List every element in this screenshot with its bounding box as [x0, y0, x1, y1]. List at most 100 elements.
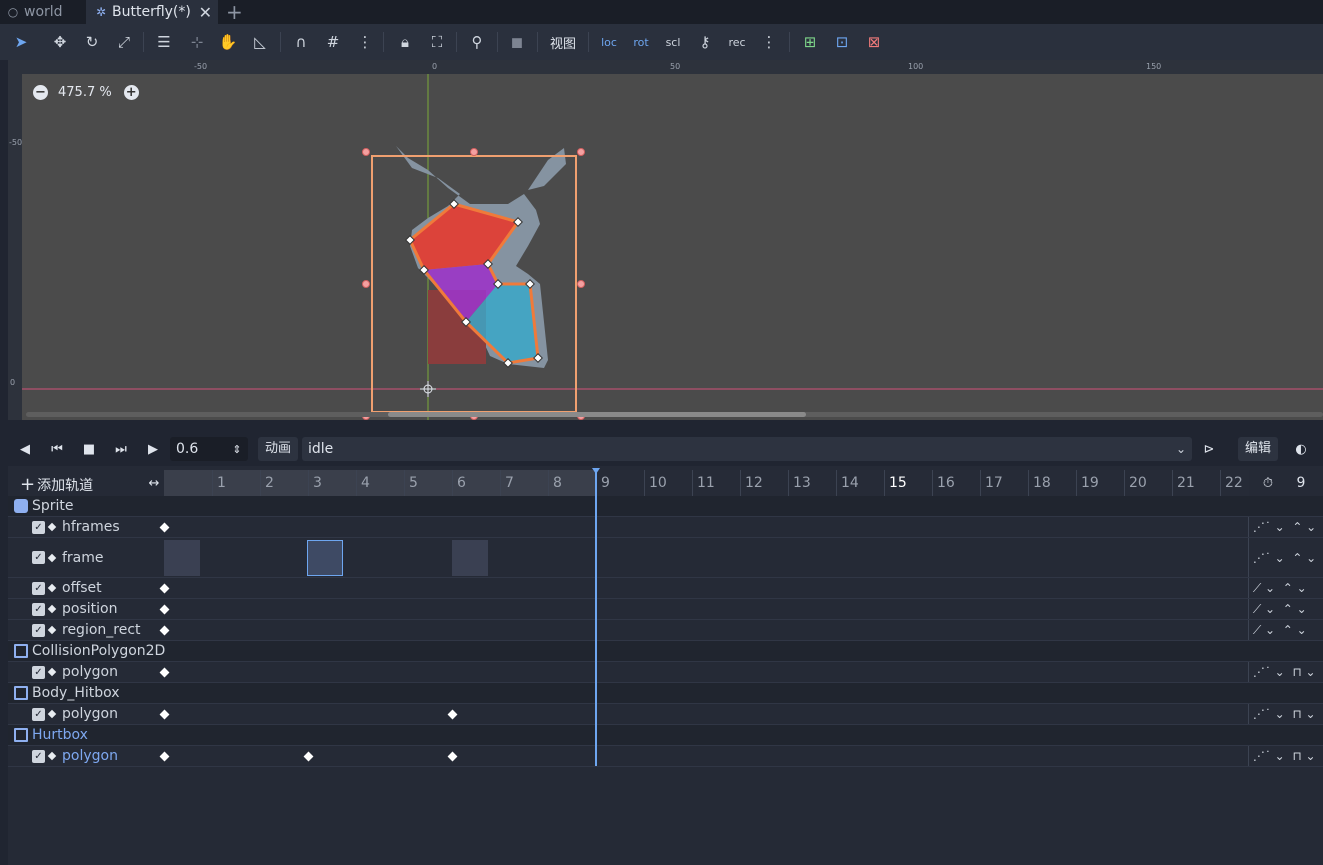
track-interp-controls[interactable]: ⋰˙ ⌄ ⊓ ⌄ — [1248, 746, 1323, 766]
timer-icon[interactable]: ⏱ — [1260, 473, 1276, 493]
play-backwards-icon[interactable]: ◀ — [16, 439, 34, 459]
key-location-icon[interactable]: loc — [598, 30, 620, 54]
bone-icon[interactable]: ⚲ — [466, 30, 488, 54]
stop-icon[interactable]: ■ — [80, 439, 98, 459]
timeline-tick: 13 — [788, 470, 811, 496]
tab-label: world — [24, 4, 63, 20]
track-interp-controls[interactable]: ⋰˙ ⌄ ⌃ ⌄ — [1248, 538, 1323, 577]
track-row[interactable]: ✓ position ⟋ ⌄ ⌃ ⌄ — [8, 599, 1323, 620]
snap-icon[interactable]: ∩ — [290, 30, 312, 54]
key-scale-icon[interactable]: scl — [662, 30, 684, 54]
add-point-icon[interactable]: ⊞ — [799, 30, 821, 54]
key-rotation-icon[interactable]: rot — [630, 30, 652, 54]
ruler-icon[interactable]: ◺ — [249, 30, 271, 54]
keyframe[interactable] — [159, 709, 170, 720]
frame-thumbnail[interactable] — [452, 540, 488, 576]
rotate-mode-icon[interactable]: ↻ — [81, 30, 103, 54]
frame-thumbnail[interactable] — [307, 540, 343, 576]
keyframe[interactable] — [447, 709, 458, 720]
frame-thumbnail[interactable] — [164, 540, 200, 576]
move-mode-icon[interactable]: ✥ — [49, 30, 71, 54]
keyframe[interactable] — [159, 522, 170, 533]
track-interp-controls[interactable]: ⟋ ⌄ ⌃ ⌄ — [1248, 578, 1323, 598]
track-label: frame — [62, 549, 104, 566]
track-row[interactable]: ✓ polygon ⋰˙ ⌄ ⊓ ⌄ — [8, 662, 1323, 683]
timeline-tick: 20 — [1124, 470, 1147, 496]
key-icon[interactable]: ⚷ — [694, 30, 716, 54]
grid-snap-icon[interactable]: # — [322, 30, 344, 54]
track-row[interactable]: ✓ hframes ⋰˙ ⌄ ⌃ ⌄ — [8, 517, 1323, 538]
property-icon — [47, 625, 57, 635]
track-interp-controls[interactable]: ⋰˙ ⌄ ⌃ ⌄ — [1248, 517, 1323, 537]
track-interp-controls[interactable]: ⋰˙ ⌄ ⊓ ⌄ — [1248, 662, 1323, 682]
more-icon-2[interactable]: ⋮ — [758, 30, 780, 54]
playhead[interactable] — [595, 470, 597, 766]
keyframe[interactable] — [159, 583, 170, 594]
track-enable-checkbox[interactable]: ✓ — [32, 749, 45, 763]
keyframe[interactable] — [159, 751, 170, 762]
tab-world[interactable]: ○ world — [6, 0, 63, 24]
close-icon[interactable]: ✕ — [199, 3, 212, 22]
origin-crosshair — [420, 381, 436, 397]
select-mode-icon[interactable]: ➤ — [10, 30, 32, 54]
lock-icon[interactable]: 🔒︎ — [394, 30, 416, 54]
canvas-viewport[interactable]: -50 0 50 100 150 -50 0 − 475.7 % + — [8, 60, 1323, 420]
track-enable-checkbox[interactable]: ✓ — [32, 623, 45, 637]
track-interp-controls[interactable]: ⟋ ⌄ ⌃ ⌄ — [1248, 599, 1323, 619]
resize-icon[interactable]: ↔ — [146, 473, 162, 493]
track-enable-checkbox[interactable]: ✓ — [32, 602, 45, 616]
keyframe[interactable] — [303, 751, 314, 762]
track-label: polygon — [62, 706, 118, 722]
autoplay-icon[interactable]: ⊳ — [1200, 439, 1218, 459]
track-row[interactable]: ✓ frame ⋰˙ ⌄ ⌃ ⌄ — [8, 538, 1323, 578]
property-icon — [47, 553, 57, 562]
track-enable-checkbox[interactable]: ✓ — [32, 707, 45, 721]
timeline-ruler[interactable]: 1 2 3 4 5 6 7 8 9 10 11 12 13 14 15 16 1… — [164, 470, 1249, 496]
pivot-icon[interactable]: ⊹ — [186, 30, 208, 54]
add-track-label: 添加轨道 — [37, 478, 94, 494]
animation-menu-button[interactable]: 动画 — [258, 437, 298, 461]
track-group-collision-polygon[interactable]: CollisionPolygon2D — [8, 641, 1323, 662]
keyframe[interactable] — [159, 667, 170, 678]
play-from-start-icon[interactable]: ⏭ — [112, 439, 130, 459]
delete-point-icon[interactable]: ⊠ — [863, 30, 885, 54]
track-group-hurtbox[interactable]: Hurtbox — [8, 725, 1323, 746]
onion-skin-icon[interactable]: ◐ — [1292, 439, 1310, 459]
edit-point-icon[interactable]: ⊡ — [831, 30, 853, 54]
track-enable-checkbox[interactable]: ✓ — [32, 581, 45, 595]
track-row[interactable]: ✓ polygon ⋰˙ ⌄ ⊓ ⌄ — [8, 704, 1323, 725]
scale-mode-icon[interactable]: ⤢ — [113, 30, 135, 54]
edit-button[interactable]: 编辑 — [1238, 437, 1278, 461]
tab-butterfly[interactable]: ✲ Butterfly(*) ✕ — [86, 0, 218, 24]
keyframe[interactable] — [159, 604, 170, 615]
keyframe[interactable] — [159, 625, 170, 636]
timeline-tick: 18 — [1028, 470, 1051, 496]
list-select-icon[interactable]: ☰ — [153, 30, 175, 54]
play-icon[interactable]: ▶ — [144, 439, 162, 459]
track-row[interactable]: ✓ offset ⟋ ⌄ ⌃ ⌄ — [8, 578, 1323, 599]
track-group-body-hitbox[interactable]: Body_Hitbox — [8, 683, 1323, 704]
property-icon — [47, 522, 57, 532]
add-tab-icon[interactable]: + — [226, 0, 243, 24]
spin-icon[interactable]: ⇕ — [230, 439, 244, 459]
view-menu[interactable]: 视图 — [545, 30, 581, 54]
keyframe[interactable] — [447, 751, 458, 762]
track-enable-checkbox[interactable]: ✓ — [32, 665, 45, 679]
record-key-icon[interactable]: rec — [726, 30, 748, 54]
pan-mode-icon[interactable]: ✋ — [217, 30, 239, 54]
camera-icon[interactable]: ◼ — [506, 30, 528, 54]
play-backwards-from-end-icon[interactable]: ⏮ — [48, 439, 66, 459]
track-interp-controls[interactable]: ⟋ ⌄ ⌃ ⌄ — [1248, 620, 1323, 640]
timeline-tick: 7 — [500, 470, 514, 496]
track-row[interactable]: ✓ polygon ⋰˙ ⌄ ⊓ ⌄ — [8, 746, 1323, 767]
horizontal-scrollbar[interactable] — [388, 412, 806, 417]
track-interp-controls[interactable]: ⋰˙ ⌄ ⊓ ⌄ — [1248, 704, 1323, 724]
more-icon[interactable]: ⋮ — [354, 30, 376, 54]
group-icon[interactable]: ⛶ — [426, 30, 448, 54]
track-enable-checkbox[interactable]: ✓ — [32, 520, 45, 534]
track-row[interactable]: ✓ region_rect ⟋ ⌄ ⌃ ⌄ — [8, 620, 1323, 641]
animation-select[interactable]: idle ⌄ — [302, 437, 1192, 461]
track-enable-checkbox[interactable]: ✓ — [32, 551, 45, 564]
add-track-button[interactable]: + 添加轨道 — [20, 474, 93, 495]
track-group-sprite[interactable]: Sprite — [8, 496, 1323, 517]
